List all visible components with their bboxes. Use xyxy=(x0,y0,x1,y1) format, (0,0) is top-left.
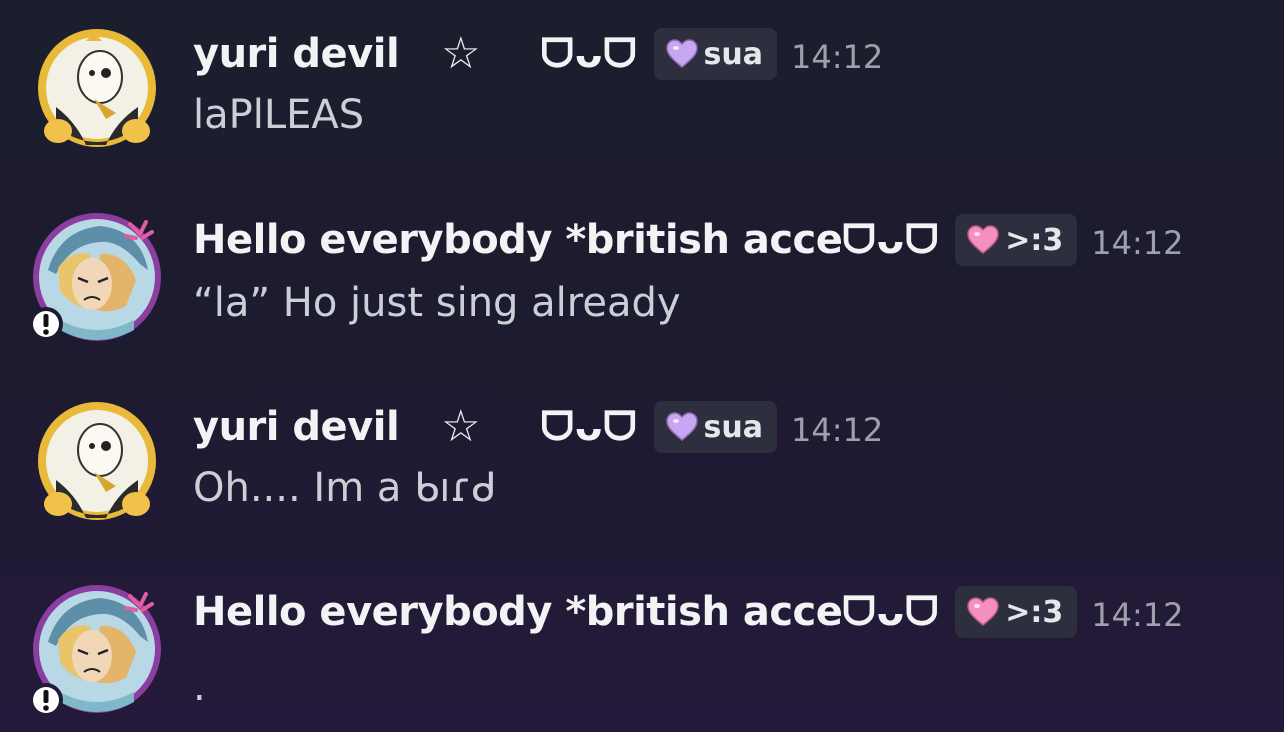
timestamp: 14:12 xyxy=(790,411,884,449)
message-text: “la” Ho just sing already xyxy=(193,280,681,326)
username[interactable]: yuri devil xyxy=(193,404,400,450)
timestamp: 14:12 xyxy=(1091,224,1184,262)
exclamation-status-icon xyxy=(29,683,63,717)
role-tag-label: >:3 xyxy=(1005,222,1064,258)
purple-heart-icon xyxy=(665,412,698,442)
avatar[interactable] xyxy=(36,400,158,522)
star-icon: ☆ xyxy=(441,28,481,79)
timestamp: 14:12 xyxy=(790,38,884,76)
name-suffix-face: ᗜᴗᗜ xyxy=(842,589,940,635)
role-tag[interactable]: >:3 xyxy=(955,586,1078,638)
username[interactable]: yuri devil xyxy=(193,31,400,77)
username[interactable]: Hello everybody *british acce xyxy=(193,217,843,263)
message-item: Hello everybody *british acce ᗜᴗᗜ >:3 14… xyxy=(0,188,1284,358)
name-suffix-face: ᗜᴗᗜ xyxy=(540,31,638,77)
message-header: Hello everybody *british acce ᗜᴗᗜ >:3 14… xyxy=(193,586,1184,638)
message-item: yuri devil ☆ ᗜᴗᗜ sua 14:12 Oh.... Im a ᑲ… xyxy=(0,373,1284,543)
role-tag[interactable]: sua xyxy=(653,401,777,453)
pink-heart-icon xyxy=(967,225,1000,255)
exclamation-status-icon xyxy=(29,307,63,341)
avatar[interactable] xyxy=(29,210,164,344)
name-suffix-face: ᗜᴗᗜ xyxy=(842,217,940,263)
purple-heart-icon xyxy=(665,39,698,69)
username[interactable]: Hello everybody *british acce xyxy=(193,589,843,635)
role-tag-label: sua xyxy=(703,409,763,445)
message-header: Hello everybody *british acce ᗜᴗᗜ >:3 14… xyxy=(193,214,1184,266)
message-header: yuri devil ☆ ᗜᴗᗜ sua 14:12 xyxy=(193,28,883,80)
message-header: yuri devil ☆ ᗜᴗᗜ sua 14:12 xyxy=(193,401,883,453)
skull-face-avatar-icon xyxy=(38,29,156,147)
message-item: yuri devil ☆ ᗜᴗᗜ sua 14:12 laPlLEAS xyxy=(0,0,1284,170)
message-item: Hello everybody *british acce ᗜᴗᗜ >:3 14… xyxy=(0,560,1284,730)
role-tag[interactable]: >:3 xyxy=(955,214,1078,266)
role-tag[interactable]: sua xyxy=(653,28,777,80)
timestamp: 14:12 xyxy=(1091,596,1184,634)
message-text: . xyxy=(193,664,206,710)
role-tag-label: sua xyxy=(703,36,763,72)
avatar[interactable] xyxy=(36,27,158,149)
pink-heart-icon xyxy=(967,597,1000,627)
avatar[interactable] xyxy=(29,582,164,717)
message-list: yuri devil ☆ ᗜᴗᗜ sua 14:12 laPlLEAS Hell… xyxy=(0,0,1284,732)
star-icon: ☆ xyxy=(441,401,481,452)
skull-face-avatar-icon xyxy=(38,402,156,520)
name-suffix-face: ᗜᴗᗜ xyxy=(540,404,638,450)
message-text: Oh.... Im a ᑲıɾᑯ xyxy=(193,465,497,511)
role-tag-label: >:3 xyxy=(1005,594,1064,630)
message-text: laPlLEAS xyxy=(193,92,365,138)
